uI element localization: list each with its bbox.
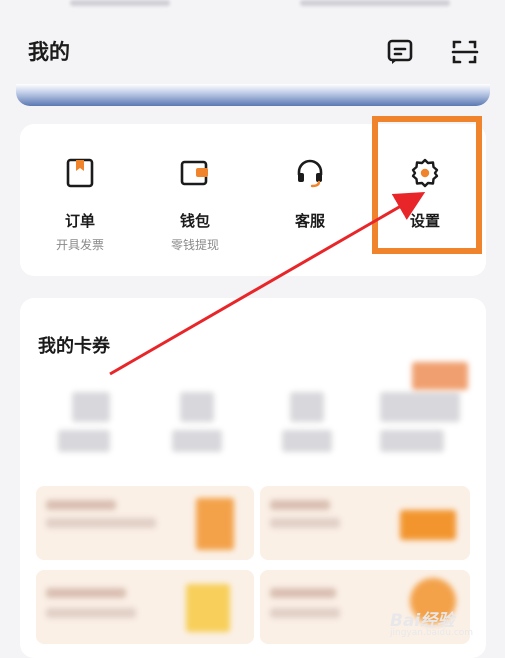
coupon-icon-blurred-1[interactable] [72,392,110,422]
scan-icon[interactable] [451,38,479,66]
message-square-icon[interactable] [386,38,414,66]
settings-highlight-box [372,116,482,254]
service-order-sub: 开具发票 [55,238,104,252]
coupon-label-blurred-4 [380,430,444,452]
coupons-title: 我的卡券 [38,336,110,357]
page-title: 我的 [28,40,70,64]
coupon-badge-blurred [412,362,468,390]
promo-tile-2[interactable] [260,486,470,560]
service-wallet[interactable]: 钱包 零钱提现 [140,124,250,276]
watermark-url: jingyan.baidu.com [390,628,474,638]
promo-tile-3[interactable] [36,570,254,644]
coupon-icon-blurred-3[interactable] [290,392,324,422]
coupon-icon-blurred-4[interactable] [380,392,460,422]
status-bar-left-blurred [70,0,170,6]
order-bookmark-icon [65,158,95,188]
coupon-icon-blurred-2[interactable] [180,392,214,422]
service-wallet-label: 钱包 [179,212,210,230]
headset-icon [295,158,325,188]
watermark: Bai经验 jingyan.baidu.com [388,594,488,638]
wallet-icon [180,158,210,188]
coupon-label-blurred-1 [58,430,110,452]
service-support-label: 客服 [294,212,325,230]
coupon-label-blurred-2 [172,430,222,452]
service-wallet-sub: 零钱提现 [170,238,219,252]
status-bar [0,0,505,14]
coupon-label-blurred-3 [282,430,332,452]
page-header: 我的 [0,20,505,80]
service-order-label: 订单 [64,212,95,230]
service-support[interactable]: 客服 [255,124,365,276]
service-order[interactable]: 订单 开具发票 [25,124,135,276]
promo-tile-1[interactable] [36,486,254,560]
status-bar-right-blurred [300,0,450,6]
profile-banner[interactable] [16,84,490,106]
